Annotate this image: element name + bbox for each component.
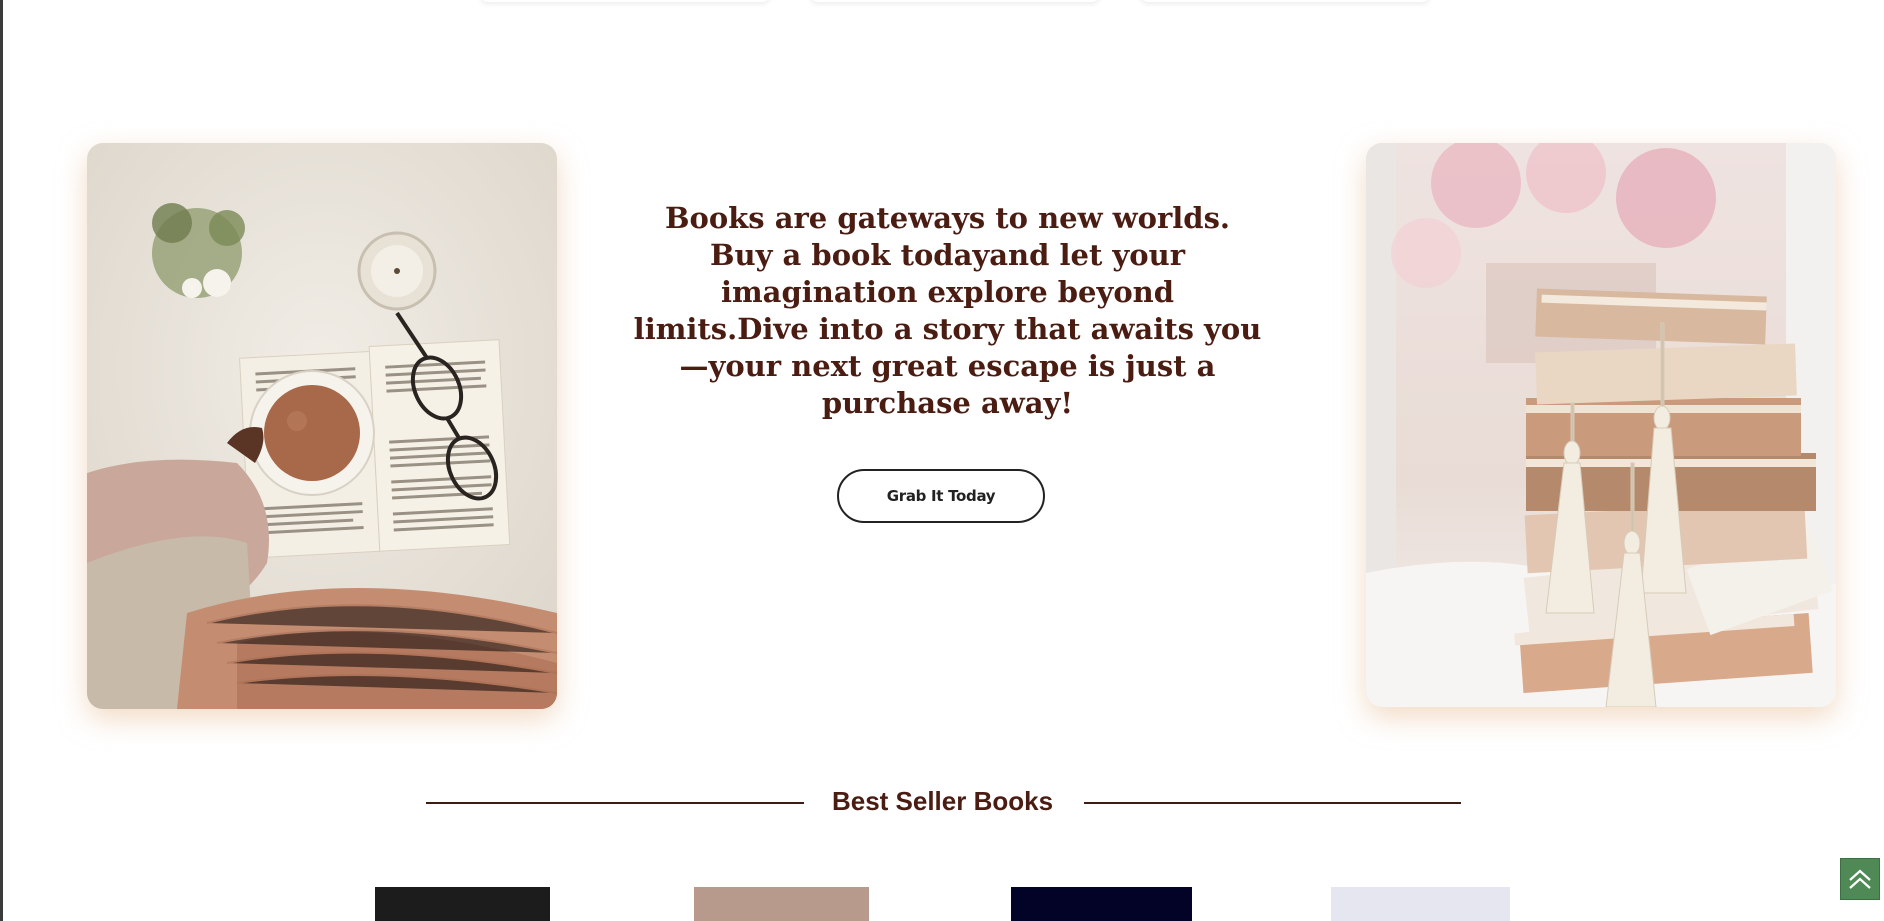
card-edge [810, 0, 1100, 2]
card-edge [480, 0, 770, 2]
bestseller-book-cover[interactable] [1331, 887, 1510, 921]
card-edge [1140, 0, 1430, 2]
section-divider-left [426, 802, 804, 804]
double-chevron-up-icon [1845, 864, 1875, 894]
bestseller-book-cover[interactable] [1011, 887, 1192, 921]
window-left-border [0, 0, 3, 921]
hero-image-left [87, 143, 557, 709]
section-divider-right [1084, 802, 1461, 804]
scroll-to-top-button[interactable] [1840, 858, 1880, 900]
hero-quote: Books are gateways to new worlds. Buy a … [633, 201, 1262, 420]
bestseller-book-cover[interactable] [375, 887, 550, 921]
best-seller-heading: Best Seller Books [831, 786, 1054, 816]
bestseller-book-cover[interactable] [694, 887, 869, 921]
grab-it-today-button[interactable]: Grab It Today [837, 469, 1045, 523]
hero-image-right [1366, 143, 1836, 707]
page: Books are gateways to new worlds. Buy a … [0, 0, 1884, 921]
